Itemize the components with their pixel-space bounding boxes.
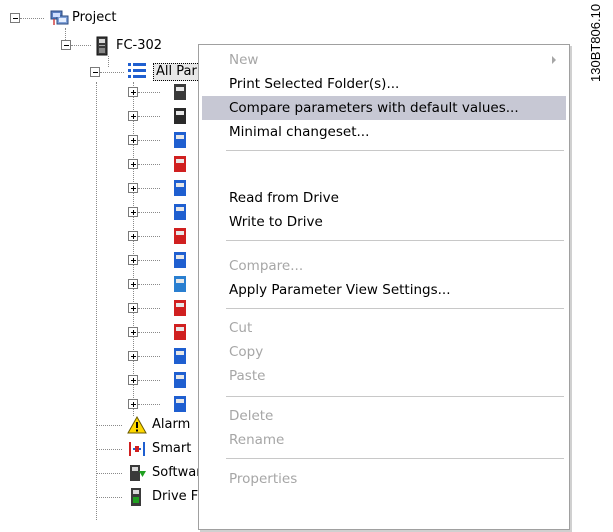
- menu-item-properties[interactable]: Properties: [202, 467, 566, 491]
- expand-group-toggle[interactable]: [128, 375, 138, 385]
- project-icon: [50, 10, 69, 25]
- collapse-project-toggle[interactable]: [10, 13, 20, 23]
- menu-item-delete[interactable]: Delete: [202, 404, 566, 428]
- expand-group-toggle[interactable]: [128, 327, 138, 337]
- drive-settings-icon: [174, 84, 186, 100]
- document-code: 130BT806.10: [588, 4, 603, 82]
- controller-icon: [174, 276, 186, 292]
- drive-icon: [96, 36, 108, 56]
- expand-group-toggle[interactable]: [128, 111, 138, 121]
- expand-group-toggle[interactable]: [128, 255, 138, 265]
- submenu-arrow-icon: [552, 56, 556, 64]
- parameter-list-icon: [174, 396, 186, 412]
- limits-icon: [174, 156, 186, 172]
- collapse-drive-toggle[interactable]: [61, 40, 71, 50]
- expand-group-toggle[interactable]: [128, 351, 138, 361]
- context-menu: New Print Selected Folder(s)... Compare …: [198, 44, 570, 530]
- tree-node-smart[interactable]: Smart: [152, 441, 191, 457]
- parameter-list-icon: [128, 63, 146, 78]
- expand-group-toggle[interactable]: [128, 159, 138, 169]
- binary-io-icon: [174, 372, 186, 388]
- arrows-icon: [174, 204, 186, 220]
- menu-separator: [226, 150, 564, 151]
- menu-item-compare[interactable]: Compare...: [202, 254, 566, 278]
- tree-node-alarm[interactable]: Alarm: [152, 417, 190, 433]
- tree-node-drive[interactable]: FC-302: [116, 38, 162, 54]
- menu-item-print-selected-folders[interactable]: Print Selected Folder(s)...: [202, 72, 566, 96]
- expand-group-toggle[interactable]: [128, 279, 138, 289]
- menu-item-read-from-drive[interactable]: Read from Drive: [202, 186, 566, 210]
- menu-item-minimal-changeset[interactable]: Minimal changeset...: [202, 120, 566, 144]
- alarm-icon: [127, 415, 147, 434]
- menu-separator: [226, 458, 564, 459]
- menu-item-paste[interactable]: Paste: [202, 364, 566, 388]
- menu-separator: [226, 396, 564, 397]
- drive-file-system-icon: [131, 488, 141, 506]
- expand-group-toggle[interactable]: [128, 207, 138, 217]
- menu-item-apply-parameter-view-settings[interactable]: Apply Parameter View Settings...: [202, 278, 566, 302]
- menu-item-compare-with-defaults[interactable]: Compare parameters with default values..…: [202, 96, 566, 120]
- document-code-text: 130BT806.10: [588, 4, 603, 82]
- io-terminal-icon: [174, 180, 186, 196]
- expand-group-toggle[interactable]: [128, 399, 138, 409]
- smart-logic-icon: [129, 442, 145, 456]
- menu-item-cut[interactable]: Cut: [202, 316, 566, 340]
- menu-separator: [226, 308, 564, 309]
- display-icon: [174, 348, 186, 364]
- menu-item-copy[interactable]: Copy: [202, 340, 566, 364]
- timer-icon: [174, 252, 186, 268]
- tree-node-project[interactable]: Project: [72, 10, 116, 26]
- expand-group-toggle[interactable]: [128, 303, 138, 313]
- expand-group-toggle[interactable]: [128, 135, 138, 145]
- menu-item-new[interactable]: New: [202, 48, 566, 72]
- menu-label-new: New: [229, 52, 259, 68]
- menu-separator: [226, 240, 564, 241]
- software-upgrader-icon: [130, 465, 146, 481]
- collapse-all-parameters-toggle[interactable]: [90, 67, 100, 77]
- menu-item-rename[interactable]: Rename: [202, 428, 566, 452]
- tree-node-all-parameters[interactable]: All Par: [153, 63, 200, 81]
- signal-icon: [174, 132, 186, 148]
- smart-logic-group-icon: [174, 300, 186, 316]
- expand-group-toggle[interactable]: [128, 183, 138, 193]
- waveform-icon: [174, 228, 186, 244]
- motor-icon: [174, 108, 186, 124]
- menu-item-write-to-drive[interactable]: Write to Drive: [202, 210, 566, 234]
- expand-group-toggle[interactable]: [128, 87, 138, 97]
- analog-icon: [174, 324, 186, 340]
- expand-group-toggle[interactable]: [128, 231, 138, 241]
